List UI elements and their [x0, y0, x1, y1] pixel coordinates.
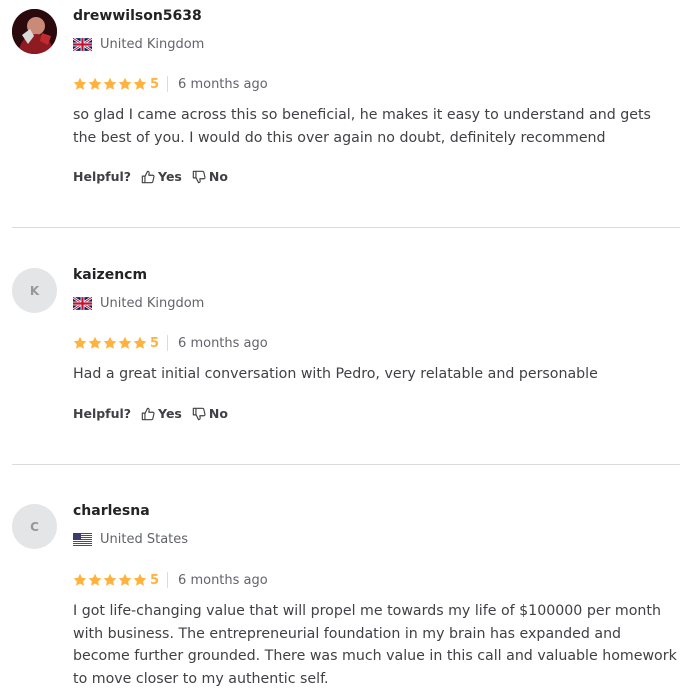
star-rating [73, 77, 147, 91]
helpful-label: Helpful? [73, 406, 132, 421]
rating-value: 5 [150, 572, 160, 588]
star-icon [103, 77, 117, 91]
star-icon [103, 573, 117, 587]
uk-flag-icon [73, 38, 92, 51]
country: United States [73, 532, 188, 547]
star-icon [73, 77, 87, 91]
country-label: United Kingdom [100, 296, 205, 311]
thumbs-up-icon [141, 170, 155, 184]
yes-label: Yes [158, 169, 182, 184]
avatar[interactable] [12, 9, 57, 54]
divider [167, 76, 169, 92]
star-icon [73, 336, 87, 350]
star-icon [133, 77, 147, 91]
no-label: No [208, 406, 228, 421]
review-text: Had a great initial conversation with Pe… [73, 366, 598, 382]
rating-value: 5 [150, 335, 160, 351]
helpful-no-button[interactable]: No [192, 406, 228, 421]
star-icon [88, 77, 102, 91]
review-time: 6 months ago [178, 572, 268, 588]
avatar[interactable]: C [12, 504, 57, 549]
rating-row: 5 6 months ago [73, 75, 268, 93]
star-icon [133, 573, 147, 587]
star-rating [73, 573, 147, 587]
thumbs-down-icon [192, 407, 206, 421]
username[interactable]: drewwilson5638 [73, 8, 202, 24]
review-divider [12, 227, 680, 228]
helpful-yes-button[interactable]: Yes [141, 169, 182, 184]
rating-value: 5 [150, 76, 160, 92]
star-icon [88, 573, 102, 587]
star-icon [103, 336, 117, 350]
helpful-row: Helpful? Yes No [73, 169, 238, 184]
helpful-row: Helpful? Yes No [73, 406, 238, 421]
username[interactable]: kaizencm [73, 267, 147, 283]
rating-row: 5 6 months ago [73, 334, 268, 352]
yes-label: Yes [158, 406, 182, 421]
avatar[interactable]: K [12, 268, 57, 313]
star-icon [133, 336, 147, 350]
thumbs-up-icon [141, 407, 155, 421]
user-photo-icon [12, 9, 57, 54]
uk-flag-icon [73, 297, 92, 310]
avatar-initial: K [29, 283, 40, 298]
review-divider [12, 464, 680, 465]
country-label: United States [100, 532, 189, 547]
country: United Kingdom [73, 296, 204, 311]
thumbs-down-icon [192, 170, 206, 184]
avatar-initial: C [30, 519, 39, 534]
review-text: so glad I came across this so beneficial… [73, 107, 651, 146]
helpful-no-button[interactable]: No [192, 169, 228, 184]
rating-row: 5 6 months ago [73, 571, 268, 589]
star-icon [118, 573, 132, 587]
country-label: United Kingdom [100, 37, 205, 52]
helpful-label: Helpful? [73, 169, 132, 184]
star-icon [73, 573, 87, 587]
username[interactable]: charlesna [73, 503, 150, 519]
divider [167, 335, 169, 351]
no-label: No [208, 169, 228, 184]
country: United Kingdom [73, 37, 204, 52]
helpful-yes-button[interactable]: Yes [141, 406, 182, 421]
divider [167, 572, 169, 588]
review-time: 6 months ago [178, 335, 268, 351]
star-icon [118, 336, 132, 350]
star-icon [118, 77, 132, 91]
us-flag-icon [73, 533, 92, 546]
review-text: I got life-changing value that will prop… [73, 603, 677, 687]
star-icon [88, 336, 102, 350]
review-time: 6 months ago [178, 76, 268, 92]
star-rating [73, 336, 147, 350]
